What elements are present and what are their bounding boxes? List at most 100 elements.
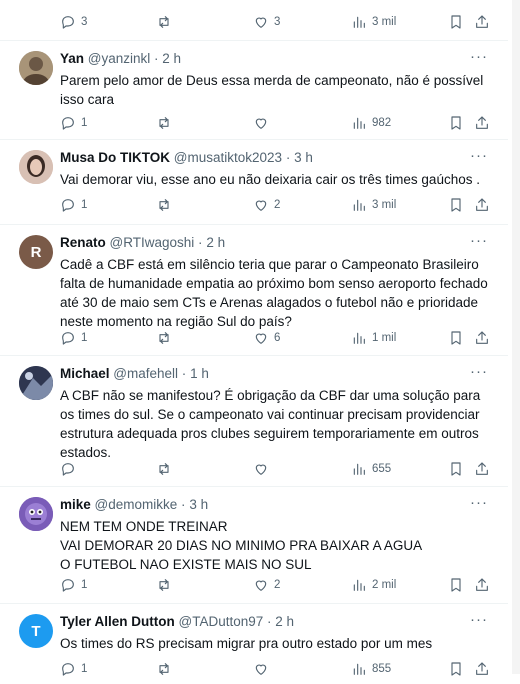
more-options-icon[interactable]: ··· xyxy=(470,611,488,628)
more-options-icon[interactable]: ··· xyxy=(470,48,488,65)
bookmark-icon xyxy=(451,578,461,592)
bookmark-button[interactable] xyxy=(448,13,464,31)
retweet-button[interactable] xyxy=(156,114,177,132)
tweet-actions: 3 3 3 mil xyxy=(60,13,490,31)
display-name[interactable]: Yan xyxy=(60,51,84,66)
like-button[interactable]: 2 xyxy=(253,576,280,594)
separator-dot: · xyxy=(154,51,159,66)
retweet-button[interactable] xyxy=(156,196,177,214)
share-button[interactable] xyxy=(474,460,490,478)
tweet-actions: 1 2 3 mil xyxy=(60,196,490,214)
timestamp[interactable]: 1 h xyxy=(190,366,209,381)
like-button[interactable]: 2 xyxy=(253,196,280,214)
like-count: 3 xyxy=(274,16,281,28)
scrollbar[interactable] xyxy=(512,0,520,674)
separator-dot: · xyxy=(285,150,291,165)
retweet-button[interactable] xyxy=(156,329,177,347)
views-button[interactable]: 2 mil xyxy=(351,576,396,594)
tweet-text: Os times do RS precisam migrar pra outro… xyxy=(60,636,433,651)
retweet-button[interactable] xyxy=(156,460,177,478)
views-button[interactable]: 982 xyxy=(351,114,391,132)
reply-button[interactable]: 1 xyxy=(60,576,87,594)
tweet-item[interactable]: R Renato @RTIwagoshi · 2 h ··· Cadê a CB… xyxy=(0,225,508,356)
timestamp[interactable]: 3 h xyxy=(189,497,208,512)
views-button[interactable]: 655 xyxy=(351,460,391,478)
share-icon xyxy=(476,116,488,129)
avatar[interactable] xyxy=(19,497,53,531)
views-button[interactable]: 855 xyxy=(351,660,391,678)
avatar[interactable] xyxy=(19,366,53,400)
like-button[interactable] xyxy=(253,460,274,478)
bookmark-button[interactable] xyxy=(448,460,464,478)
display-name[interactable]: Tyler Allen Dutton xyxy=(60,614,175,629)
share-button[interactable] xyxy=(474,13,490,31)
avatar-photo-icon xyxy=(19,366,53,400)
retweet-button[interactable] xyxy=(156,13,177,31)
timestamp[interactable]: 2 h xyxy=(206,235,225,250)
like-count: 2 xyxy=(274,199,281,211)
avatar[interactable]: R xyxy=(19,235,53,269)
bookmark-button[interactable] xyxy=(448,576,464,594)
display-name[interactable]: Musa Do TIKTOK xyxy=(60,150,170,165)
tweet-item[interactable]: 3 3 3 mil xyxy=(0,0,508,41)
retweet-button[interactable] xyxy=(156,660,177,678)
reply-button[interactable]: 1 xyxy=(60,660,87,678)
views-button[interactable]: 3 mil xyxy=(351,13,396,31)
reply-button[interactable]: 1 xyxy=(60,114,87,132)
user-handle[interactable]: @yanzinkl xyxy=(88,51,150,66)
reply-button[interactable] xyxy=(60,460,81,478)
more-options-icon[interactable]: ··· xyxy=(470,147,488,164)
user-handle[interactable]: @mafehell xyxy=(113,366,178,381)
more-options-icon[interactable]: ··· xyxy=(470,232,488,249)
like-button[interactable] xyxy=(253,660,274,678)
tweet-item[interactable]: mike @demomikke · 3 h ··· NEM TEM ONDE T… xyxy=(0,487,508,604)
reply-button[interactable]: 3 xyxy=(60,13,87,31)
like-button[interactable]: 6 xyxy=(253,329,280,347)
more-options-icon[interactable]: ··· xyxy=(470,494,488,511)
heart-icon xyxy=(255,580,267,591)
timestamp[interactable]: 3 h xyxy=(294,150,313,165)
avatar-photo-icon xyxy=(19,150,53,184)
display-name[interactable]: Renato xyxy=(60,235,106,250)
more-options-icon[interactable]: ··· xyxy=(470,363,488,380)
tweet-header: Musa Do TIKTOK @musatiktok2023 · 3 h xyxy=(60,150,313,165)
tweet-text: Cadê a CBF está em silêncio teria que pa… xyxy=(60,257,488,329)
bookmark-button[interactable] xyxy=(448,114,464,132)
tweet-item[interactable]: Michael @mafehell · 1 h ··· A CBF não se… xyxy=(0,356,508,487)
bookmark-button[interactable] xyxy=(448,329,464,347)
display-name[interactable]: mike xyxy=(60,497,91,512)
reply-count: 1 xyxy=(81,579,88,591)
retweet-icon xyxy=(159,463,169,475)
retweet-icon xyxy=(159,579,169,591)
share-button[interactable] xyxy=(474,114,490,132)
share-button[interactable] xyxy=(474,660,490,678)
avatar[interactable] xyxy=(19,51,53,85)
like-button[interactable]: 3 xyxy=(253,13,280,31)
display-name[interactable]: Michael xyxy=(60,366,110,381)
tweet-item[interactable]: T Tyler Allen Dutton @TADutton97 · 2 h ·… xyxy=(0,604,508,684)
share-button[interactable] xyxy=(474,196,490,214)
reply-button[interactable]: 1 xyxy=(60,329,87,347)
user-handle[interactable]: @TADutton97 xyxy=(179,614,264,629)
user-handle[interactable]: @musatiktok2023 xyxy=(174,150,282,165)
like-button[interactable] xyxy=(253,114,274,132)
share-button[interactable] xyxy=(474,576,490,594)
avatar[interactable] xyxy=(19,150,53,184)
timestamp[interactable]: 2 h xyxy=(162,51,181,66)
reply-icon xyxy=(62,663,74,676)
user-handle[interactable]: @demomikke xyxy=(95,497,178,512)
timestamp[interactable]: 2 h xyxy=(275,614,294,629)
share-icon xyxy=(476,462,488,475)
bookmark-button[interactable] xyxy=(448,660,464,678)
user-handle[interactable]: @RTIwagoshi xyxy=(110,235,195,250)
share-button[interactable] xyxy=(474,329,490,347)
avatar[interactable]: T xyxy=(19,614,53,648)
reply-button[interactable]: 1 xyxy=(60,196,87,214)
views-button[interactable]: 3 mil xyxy=(351,196,396,214)
tweet-item[interactable]: Yan @yanzinkl · 2 h ··· Parem pelo amor … xyxy=(0,41,508,140)
retweet-button[interactable] xyxy=(156,576,177,594)
tweet-item[interactable]: Musa Do TIKTOK @musatiktok2023 · 3 h ···… xyxy=(0,140,508,225)
bookmark-button[interactable] xyxy=(448,196,464,214)
views-button[interactable]: 1 mil xyxy=(351,329,396,347)
tweet-actions: 655 xyxy=(60,460,490,478)
